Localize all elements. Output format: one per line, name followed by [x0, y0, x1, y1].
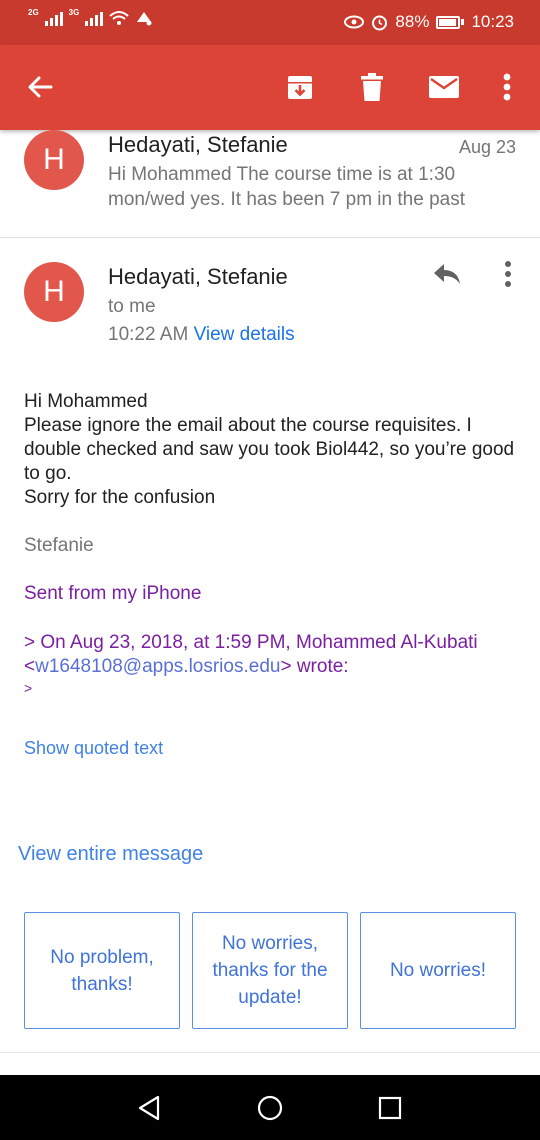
message-body: Hi Mohammed Please ignore the email abou…	[24, 390, 516, 510]
more-vert-icon	[505, 261, 511, 287]
network-type-1: 2G	[28, 7, 39, 17]
battery-icon	[436, 15, 461, 29]
collapsed-message[interactable]: H Hedayati, Stefanie Aug 23 Hi Mohammed …	[0, 130, 540, 238]
wifi-icon	[109, 11, 130, 25]
avatar[interactable]: H	[24, 130, 84, 190]
body-line: Hi Mohammed	[24, 391, 148, 412]
avatar[interactable]: H	[24, 262, 84, 322]
clock: 10:23	[471, 12, 514, 31]
back-button[interactable]	[20, 67, 60, 107]
status-right: 88% 10:23	[344, 12, 514, 32]
smart-reply-button[interactable]: No problem, thanks!	[24, 912, 180, 1029]
show-quoted-text-link[interactable]: Show quoted text	[24, 738, 163, 759]
navigation-bar	[0, 1075, 540, 1140]
reply-button[interactable]	[432, 262, 468, 290]
message-time-row: 10:22 AM View details	[108, 324, 295, 346]
more-options-button[interactable]	[487, 67, 527, 107]
back-arrow-icon	[28, 76, 53, 98]
message-date: Aug 23	[458, 137, 516, 157]
quote-bracket: <	[24, 656, 36, 677]
triangle-back-icon	[138, 1095, 160, 1121]
smart-reply-button[interactable]: No worries, thanks for the update!	[192, 912, 348, 1029]
alarm-icon	[372, 15, 388, 30]
body-line: Please ignore the email about the course…	[24, 415, 515, 484]
notification-icon	[137, 12, 152, 26]
nav-home-button[interactable]	[256, 1094, 284, 1122]
quote-header: > On Aug 23, 2018, at 1:59 PM, Mohammed …	[24, 632, 478, 653]
network-type-2: 3G	[68, 7, 80, 17]
square-recents-icon	[378, 1096, 402, 1120]
smart-replies: No problem, thanks! No worries, thanks f…	[24, 912, 516, 1029]
signal-icon	[44, 10, 63, 26]
message-header: H Hedayati, Stefanie to me 10:22 AM View…	[0, 238, 540, 388]
message-more-button[interactable]	[504, 260, 516, 290]
quote-block: > On Aug 23, 2018, at 1:59 PM, Mohammed …	[24, 631, 516, 697]
quote-wrote: > wrote:	[280, 656, 349, 677]
signal-icon	[85, 10, 104, 26]
gmail-screen: 2G 3G 88% 10:23 H Hedayati, Stefanie Aug…	[0, 0, 540, 1140]
mail-icon	[429, 76, 459, 98]
body-line: Sorry for the confusion	[24, 487, 216, 508]
nav-back-button[interactable]	[136, 1094, 164, 1122]
reply-icon	[434, 264, 460, 284]
circle-home-icon	[257, 1095, 283, 1121]
delete-button[interactable]	[352, 67, 392, 107]
view-entire-message-link[interactable]: View entire message	[18, 843, 203, 866]
eye-comfort-icon	[344, 15, 365, 29]
more-vert-icon	[503, 73, 511, 101]
delete-icon	[361, 73, 383, 101]
divider	[0, 1052, 540, 1053]
signature: Stefanie	[24, 535, 94, 556]
message-time: 10:22 AM	[108, 324, 189, 345]
quote-marker: >	[24, 680, 33, 696]
sender-name[interactable]: Hedayati, Stefanie	[108, 264, 288, 290]
signal-area: 2G 3G	[28, 7, 153, 26]
sent-from: Sent from my iPhone	[24, 583, 202, 604]
recipient-label: to me	[108, 296, 156, 317]
app-bar	[0, 45, 540, 130]
sender-name: Hedayati, Stefanie	[108, 132, 288, 157]
view-details-link[interactable]: View details	[194, 324, 295, 345]
archive-button[interactable]	[280, 67, 320, 107]
status-bar: 2G 3G 88% 10:23	[0, 0, 540, 45]
mark-unread-button[interactable]	[424, 67, 464, 107]
smart-reply-button[interactable]: No worries!	[360, 912, 516, 1029]
nav-recents-button[interactable]	[376, 1094, 404, 1122]
battery-percent: 88%	[395, 12, 430, 31]
archive-icon	[288, 76, 312, 99]
message-snippet: Hi Mohammed The course time is at 1:30 m…	[108, 164, 465, 210]
battery-nub	[461, 19, 465, 25]
quote-email-line: <w1648108@apps.losrios.edu> wrote:	[24, 655, 516, 679]
quote-email-link[interactable]: w1648108@apps.losrios.edu	[35, 656, 280, 677]
